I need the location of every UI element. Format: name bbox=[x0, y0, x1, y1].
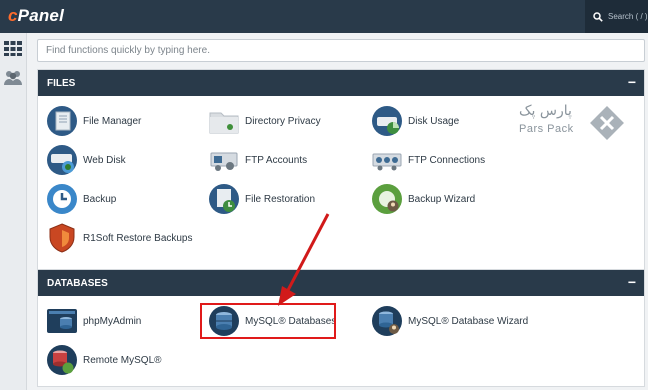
r1soft-restore-label: R1Soft Restore Backups bbox=[83, 232, 193, 244]
ftp-accounts-icon bbox=[210, 152, 238, 171]
web-disk-item[interactable]: Web Disk bbox=[46, 143, 126, 177]
ftp-connections-item[interactable]: FTP Connections bbox=[371, 143, 485, 177]
phpmyadmin-item[interactable]: phpMyAdmin bbox=[46, 304, 141, 338]
files-panel-title: FILES bbox=[47, 78, 76, 89]
pars-pack-logo-icon bbox=[590, 106, 624, 140]
r1soft-restore-item[interactable]: R1Soft Restore Backups bbox=[46, 221, 193, 255]
backup-wizard-icon bbox=[372, 184, 402, 214]
ftp-connections-label: FTP Connections bbox=[408, 154, 486, 166]
backup-label: Backup bbox=[83, 193, 117, 205]
databases-panel-header[interactable]: DATABASES − bbox=[38, 270, 644, 296]
brand-latin-text: Pars Pack bbox=[519, 123, 574, 135]
files-panel-header[interactable]: FILES − bbox=[38, 70, 644, 96]
files-collapse-icon[interactable]: − bbox=[628, 75, 636, 89]
databases-panel-title: DATABASES bbox=[47, 278, 108, 289]
users-icon[interactable] bbox=[3, 69, 23, 87]
file-restoration-icon bbox=[209, 184, 239, 214]
quick-find-input[interactable]: Find functions quickly by typing here. bbox=[37, 39, 645, 62]
brand-persian-text: پارس پک bbox=[519, 103, 572, 119]
phpmyadmin-icon bbox=[47, 309, 77, 333]
file-manager-item[interactable]: File Manager bbox=[46, 104, 141, 138]
remote-mysql-item[interactable]: Remote MySQL® bbox=[46, 343, 162, 377]
mysql-wizard-item[interactable]: MySQL® Database Wizard bbox=[371, 304, 528, 338]
disk-usage-label: Disk Usage bbox=[408, 115, 460, 127]
disk-usage-item[interactable]: Disk Usage bbox=[371, 104, 459, 138]
annotation-arrow bbox=[278, 213, 330, 306]
search-placeholder: Search ( / ) bbox=[608, 12, 648, 21]
phpmyadmin-label: phpMyAdmin bbox=[83, 315, 142, 327]
remote-mysql-icon bbox=[47, 345, 77, 375]
cpanel-logo[interactable]: cPanel bbox=[8, 6, 64, 26]
grid-icon[interactable] bbox=[3, 39, 23, 57]
web-disk-label: Web Disk bbox=[83, 154, 126, 166]
mysql-wizard-label: MySQL® Database Wizard bbox=[408, 315, 529, 327]
sidebar bbox=[0, 33, 27, 390]
file-manager-icon bbox=[47, 106, 77, 136]
disk-usage-icon bbox=[372, 106, 402, 136]
ftp-accounts-item[interactable]: FTP Accounts bbox=[208, 143, 307, 177]
databases-collapse-icon[interactable]: − bbox=[628, 275, 636, 289]
web-disk-icon bbox=[47, 145, 77, 175]
directory-privacy-icon bbox=[209, 112, 239, 134]
backup-item[interactable]: Backup bbox=[46, 182, 116, 216]
file-restoration-label: File Restoration bbox=[245, 193, 316, 205]
backup-wizard-item[interactable]: Backup Wizard bbox=[371, 182, 475, 216]
top-bar: cPanel Search ( / ) bbox=[0, 0, 648, 33]
backup-icon bbox=[47, 184, 77, 214]
remote-mysql-label: Remote MySQL® bbox=[83, 354, 162, 366]
file-manager-label: File Manager bbox=[83, 115, 142, 127]
highlight-box bbox=[200, 303, 336, 339]
pars-pack-brand: پارس پک Pars Pack bbox=[519, 103, 629, 143]
ftp-accounts-label: FTP Accounts bbox=[245, 154, 308, 166]
search-icon bbox=[593, 11, 603, 22]
r1soft-icon bbox=[49, 223, 75, 253]
ftp-connections-icon bbox=[372, 153, 402, 171]
backup-wizard-label: Backup Wizard bbox=[408, 193, 476, 205]
search-box[interactable]: Search ( / ) bbox=[585, 0, 648, 33]
mysql-wizard-icon bbox=[372, 306, 402, 336]
directory-privacy-label: Directory Privacy bbox=[245, 115, 321, 127]
directory-privacy-item[interactable]: Directory Privacy bbox=[208, 104, 321, 138]
